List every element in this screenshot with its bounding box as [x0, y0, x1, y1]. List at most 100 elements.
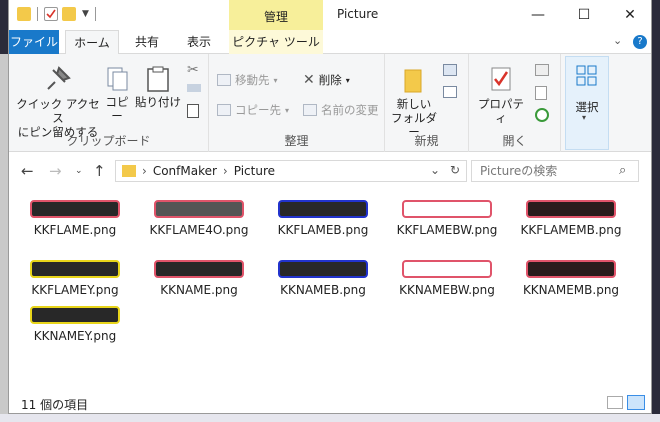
divider	[94, 7, 96, 21]
details-view-icon[interactable]	[607, 396, 623, 409]
history-icon[interactable]	[535, 108, 549, 122]
search-input[interactable]: Pictureの検索	[471, 160, 639, 182]
rename-icon	[303, 104, 317, 116]
help-icon[interactable]: ?	[633, 35, 647, 49]
open-icon[interactable]	[535, 64, 549, 76]
delete-x-icon: ✕	[303, 72, 315, 88]
title-bar: ▼ 管理 Picture — ☐ ✕	[9, 0, 651, 30]
group-new: 新しい フォルダー 新規	[385, 54, 469, 152]
forward-arrow-icon[interactable]: →	[49, 162, 62, 180]
minimize-button[interactable]: —	[515, 0, 561, 30]
file-thumbnail	[154, 260, 244, 278]
file-item[interactable]: KKNAMEB.png	[263, 260, 383, 297]
tab-file[interactable]: ファイル	[9, 30, 59, 54]
breadcrumb[interactable]: › ConfMaker › Picture ⌄ ↻	[115, 160, 467, 182]
copy-to-button[interactable]: コピー先 ▾	[217, 102, 289, 118]
rename-button[interactable]: 名前の変更	[303, 102, 379, 118]
large-icons-view-icon[interactable]	[627, 395, 645, 410]
file-item[interactable]: KKFLAMEMB.png	[511, 200, 631, 237]
window-title: Picture	[337, 7, 379, 21]
chevron-down-icon[interactable]: ⌄	[430, 163, 440, 177]
file-item[interactable]: KKFLAMEBW.png	[387, 200, 507, 237]
file-item[interactable]: KKFLAMEY.png	[15, 260, 135, 297]
explorer-window: ▼ 管理 Picture — ☐ ✕ ファイル ホーム 共有 表示 ピクチャ ツ…	[8, 0, 652, 414]
group-open: プロパティ 開く	[469, 54, 561, 152]
move-to-button[interactable]: 移動先 ▾	[217, 72, 278, 88]
file-thumbnail	[154, 200, 244, 218]
new-folder-button[interactable]: 新しい フォルダー	[391, 66, 437, 139]
chevron-down-icon[interactable]: ▼	[82, 9, 89, 19]
back-arrow-icon[interactable]: ←	[21, 162, 34, 180]
paste-icon	[147, 66, 169, 92]
chevron-down-icon: ▾	[273, 75, 278, 85]
clipboard-group-label: クリップボード	[66, 134, 151, 148]
file-name: KKFLAME4O.png	[149, 223, 249, 237]
folder-icon	[122, 165, 136, 177]
copy-to-icon	[217, 104, 231, 116]
file-thumbnail	[30, 200, 120, 218]
file-item[interactable]: KKNAMEY.png	[15, 306, 135, 343]
file-name: KKFLAMEB.png	[277, 223, 369, 237]
ribbon: クイック アクセス にピン留めする コピー 貼り付け ✂ クリップボード 移動先…	[9, 54, 651, 152]
file-thumbnail	[278, 260, 368, 278]
new-group-label: 新規	[414, 134, 439, 148]
file-grid: KKFLAME.png KKFLAME4O.png KKFLAMEB.png KKFL…	[9, 190, 651, 386]
refresh-icon[interactable]: ↻	[450, 163, 460, 177]
file-thumbnail	[30, 260, 120, 278]
maximize-button[interactable]: ☐	[561, 0, 607, 30]
pin-icon	[47, 66, 71, 90]
status-bar: 11 個の項目	[9, 392, 651, 413]
copy-path-icon[interactable]	[187, 84, 201, 92]
tab-share[interactable]: 共有	[125, 30, 169, 54]
rename-label: 名前の変更	[321, 103, 379, 117]
organize-group-label: 整理	[284, 134, 309, 148]
tab-picture-tools[interactable]: ピクチャ ツール	[229, 30, 323, 54]
file-item[interactable]: KKNAMEBW.png	[387, 260, 507, 297]
tab-view[interactable]: 表示	[177, 30, 221, 54]
group-clipboard: クイック アクセス にピン留めする コピー 貼り付け ✂ クリップボード	[9, 54, 209, 152]
pin-quick-access-button[interactable]: クイック アクセス にピン留めする	[15, 66, 101, 139]
delete-button[interactable]: ✕ 削除 ▾	[303, 72, 350, 88]
file-name: KKFLAMEBW.png	[396, 223, 498, 237]
file-thumbnail	[526, 200, 616, 218]
easy-access-icon[interactable]	[443, 86, 457, 98]
file-thumbnail	[526, 260, 616, 278]
breadcrumb-confmaker[interactable]: ConfMaker	[153, 164, 217, 178]
breadcrumb-separator-icon: ›	[142, 164, 147, 178]
properties-check-icon[interactable]	[44, 7, 58, 21]
chevron-down-icon: ▾	[582, 113, 587, 122]
file-item[interactable]: KKFLAME4O.png	[139, 200, 259, 237]
group-organize: 移動先 ▾ コピー先 ▾ ✕ 削除 ▾ 名前の変更 整理	[209, 54, 385, 152]
file-item[interactable]: KKFLAME.png	[15, 200, 135, 237]
recent-chevron-icon[interactable]: ⌄	[75, 166, 83, 176]
cut-icon[interactable]: ✂	[187, 62, 199, 78]
up-arrow-icon[interactable]: ↑	[93, 162, 106, 180]
tab-home[interactable]: ホーム	[65, 30, 119, 55]
new-item-icon[interactable]	[443, 64, 457, 76]
breadcrumb-picture[interactable]: Picture	[234, 164, 275, 178]
chevron-down-icon[interactable]: ⌄	[613, 34, 622, 47]
file-item[interactable]: KKNAMEMB.png	[511, 260, 631, 297]
select-grid-icon	[576, 65, 597, 86]
select-button[interactable]: 選択 ▾	[565, 56, 609, 150]
file-name: KKFLAMEMB.png	[520, 223, 622, 237]
file-thumbnail	[30, 306, 120, 324]
new-folder-icon[interactable]	[62, 7, 76, 21]
folder-icon	[404, 69, 422, 93]
search-icon[interactable]: ⌕	[619, 163, 626, 178]
copy-icon	[107, 67, 128, 91]
copy-button[interactable]: コピー	[101, 66, 133, 123]
file-item[interactable]: KKFLAMEB.png	[263, 200, 383, 237]
close-button[interactable]: ✕	[607, 0, 651, 30]
quick-access-toolbar: ▼	[17, 7, 98, 21]
chevron-down-icon: ▾	[285, 105, 290, 115]
paste-button[interactable]: 貼り付け	[135, 66, 181, 109]
edit-icon[interactable]	[535, 86, 547, 100]
select-label: 選択	[575, 100, 599, 114]
properties-label: プロパティ	[478, 97, 524, 125]
context-tab-manage[interactable]: 管理	[229, 0, 323, 30]
paste-shortcut-icon[interactable]	[187, 104, 199, 118]
file-item[interactable]: KKNAME.png	[139, 260, 259, 297]
properties-button[interactable]: プロパティ	[477, 66, 525, 125]
chevron-down-icon: ▾	[345, 75, 350, 85]
